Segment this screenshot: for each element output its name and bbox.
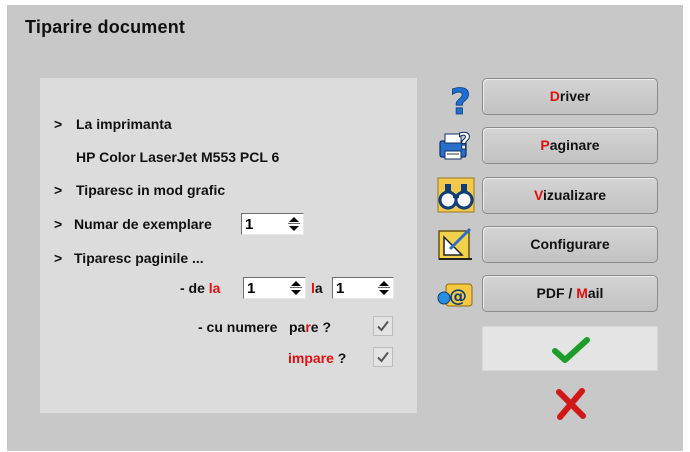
from-spin-icon[interactable]: [289, 280, 303, 296]
pdf-mail-button[interactable]: PDF / Mail: [482, 275, 658, 312]
driver-label: river: [559, 88, 591, 104]
numbers-label: - cu numere: [198, 319, 278, 335]
pagination-hotkey: P: [540, 137, 550, 153]
dialog-title: Tiparire document: [25, 17, 186, 37]
svg-text:@: @: [449, 286, 467, 307]
binoculars-icon: [437, 177, 475, 213]
preview-label: izualizare: [543, 187, 607, 203]
to-label-text: a: [314, 280, 323, 296]
from-page-stepper[interactable]: 1: [243, 277, 306, 299]
printer-name: HP Color LaserJet M553 PCL 6: [76, 149, 280, 165]
configure-button[interactable]: Configurare: [482, 226, 658, 263]
even-label-text: e ?: [310, 319, 332, 335]
even-pages-checkbox[interactable]: [373, 316, 393, 336]
to-spin-icon[interactable]: [377, 280, 391, 296]
pages-arrow: >: [54, 250, 63, 266]
to-page-stepper[interactable]: 1: [332, 277, 394, 299]
graphic-mode-arrow: >: [54, 182, 63, 198]
odd-label[interactable]: impare ?: [288, 350, 346, 366]
pagination-button[interactable]: Paginare: [482, 127, 658, 164]
checkmark-icon: [552, 337, 590, 363]
even-label[interactable]: pare ?: [289, 319, 331, 335]
email-icon: @: [437, 283, 473, 307]
from-page-value: 1: [247, 280, 256, 297]
copies-arrow: >: [54, 216, 63, 232]
from-label-text: - de: [180, 280, 209, 296]
odd-label-text: ?: [333, 350, 347, 366]
odd-label-hotkey: impare: [288, 350, 334, 366]
pages-label: Tiparesc paginile ...: [74, 250, 204, 266]
ok-button[interactable]: [482, 326, 658, 371]
copies-label: Numar de exemplare: [74, 216, 212, 232]
copies-spin-icon[interactable]: [287, 216, 301, 232]
copies-value: 1: [245, 216, 254, 233]
pdf-label: PDF /: [536, 285, 577, 301]
checkmark-icon: [377, 351, 389, 363]
preview-button[interactable]: Vizualizare: [482, 177, 658, 214]
svg-text:?: ?: [458, 130, 471, 155]
options-panel: > La imprimanta HP Color LaserJet M553 P…: [40, 78, 417, 413]
to-label: la: [311, 280, 323, 296]
cancel-icon[interactable]: [553, 387, 589, 421]
driver-button[interactable]: Driver: [482, 78, 658, 115]
to-page-value: 1: [336, 280, 345, 297]
from-label: - de la: [180, 280, 220, 296]
printer-help-icon: ?: [439, 130, 471, 160]
from-label-hotkey: la: [208, 280, 221, 296]
settings-ruler-icon: [438, 227, 472, 260]
printer-label[interactable]: La imprimanta: [76, 116, 172, 132]
graphic-mode-label[interactable]: Tiparesc in mod grafic: [76, 182, 225, 198]
preview-hotkey: V: [533, 187, 544, 203]
driver-hotkey: D: [549, 88, 560, 104]
mail-label: ail: [587, 285, 604, 301]
odd-pages-checkbox[interactable]: [373, 347, 393, 367]
svg-text:?: ?: [450, 82, 471, 119]
even-label-prefix: pa: [289, 319, 306, 335]
configure-label: Configurare: [530, 236, 610, 252]
printer-arrow: >: [54, 116, 63, 132]
copies-stepper[interactable]: 1: [241, 213, 304, 235]
help-icon: ?: [450, 82, 472, 119]
pagination-label: aginare: [549, 137, 600, 153]
mail-hotkey: M: [576, 285, 588, 301]
checkmark-icon: [377, 320, 389, 332]
